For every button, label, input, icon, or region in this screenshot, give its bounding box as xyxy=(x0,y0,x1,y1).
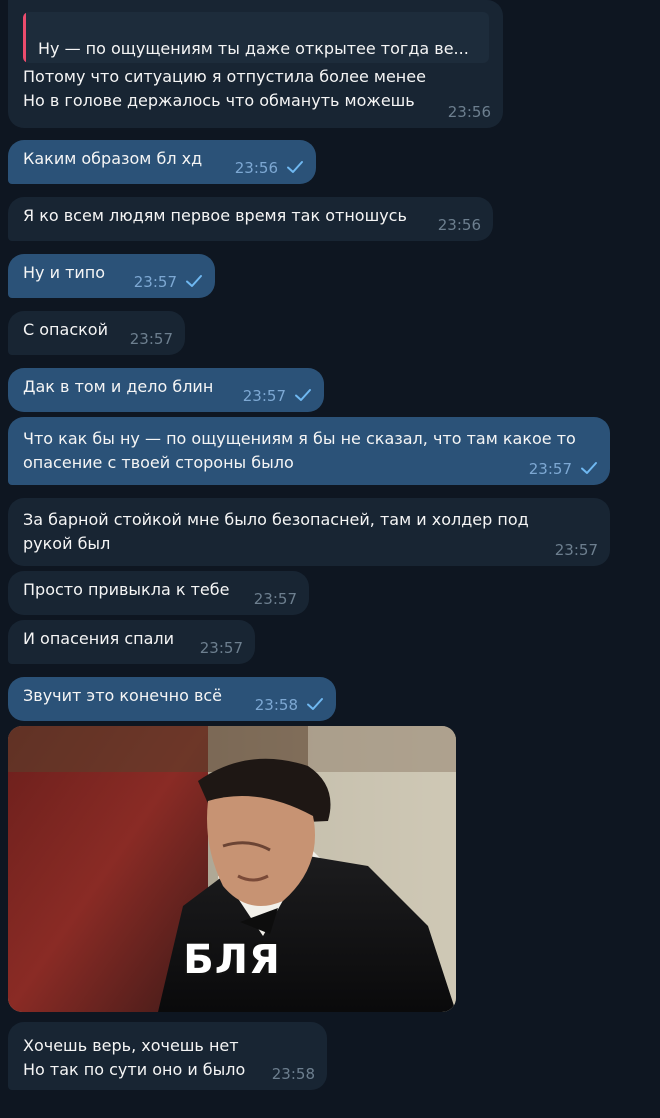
message-outgoing[interactable]: Звучит это конечно всё 23:58 xyxy=(8,677,336,721)
gif-caption: БЛЯ xyxy=(183,937,281,983)
message-incoming[interactable]: Хочешь верь, хочешь нет Но так по сути о… xyxy=(8,1022,327,1090)
message-text: Что как бы ну — по ощущениям я бы не ска… xyxy=(23,429,576,472)
message-time: 23:57 xyxy=(242,387,286,405)
message-outgoing[interactable]: Дак в том и дело блин 23:57 xyxy=(8,368,324,412)
gif-message[interactable]: БЛЯ xyxy=(8,726,456,1012)
chat-area: Ну — по ощущениям ты даже открытее тогда… xyxy=(0,0,660,1118)
sent-check-icon xyxy=(307,698,323,710)
message-outgoing[interactable]: Ну и типо 23:57 xyxy=(8,254,215,298)
sent-check-icon xyxy=(287,161,303,173)
message-status: 23:56 xyxy=(235,156,304,180)
message-time: 23:57 xyxy=(253,590,297,608)
message-incoming[interactable]: Я ко всем людям первое время так отношус… xyxy=(8,197,493,241)
reply-accent-bar xyxy=(23,12,26,63)
message-incoming[interactable]: За барной стойкой мне было безопасней, т… xyxy=(8,498,610,566)
message-text: Я ко всем людям первое время так отношус… xyxy=(23,206,407,225)
reply-text: Ну — по ощущениям ты даже открытее тогда… xyxy=(38,39,469,58)
message-text: Потому что ситуацию я отпустила более ме… xyxy=(23,67,426,110)
message-status: 23:57 xyxy=(243,384,312,408)
message-incoming[interactable]: С опаской 23:57 xyxy=(8,311,185,355)
message-time: 23:57 xyxy=(528,460,572,478)
sent-check-icon xyxy=(295,389,311,401)
message-time: 23:57 xyxy=(554,541,598,559)
message-incoming[interactable]: И опасения спали 23:57 xyxy=(8,620,255,664)
message-incoming[interactable]: Ну — по ощущениям ты даже открытее тогда… xyxy=(8,0,503,128)
message-time: 23:58 xyxy=(271,1065,315,1083)
message-text: За барной стойкой мне было безопасней, т… xyxy=(23,510,529,553)
message-text: Хочешь верь, хочешь нет Но так по сути о… xyxy=(23,1036,246,1079)
message-time: 23:56 xyxy=(234,159,278,177)
message-status: 23:57 xyxy=(134,270,203,294)
message-time: 23:57 xyxy=(199,639,243,657)
message-incoming[interactable]: Просто привыкла к тебе 23:57 xyxy=(8,571,309,615)
sent-check-icon xyxy=(186,275,202,287)
message-time: 23:56 xyxy=(447,103,491,121)
message-status: 23:58 xyxy=(255,693,324,717)
message-time: 23:56 xyxy=(437,216,481,234)
reply-preview[interactable]: Ну — по ощущениям ты даже открытее тогда… xyxy=(23,12,489,63)
message-outgoing[interactable]: Каким образом бл хд 23:56 xyxy=(8,140,316,184)
message-time: 23:57 xyxy=(133,273,177,291)
message-time: 23:57 xyxy=(129,330,173,348)
message-time: 23:58 xyxy=(254,696,298,714)
sent-check-icon xyxy=(581,462,597,474)
message-status: 23:57 xyxy=(529,457,598,481)
message-outgoing[interactable]: Что как бы ну — по ощущениям я бы не ска… xyxy=(8,417,610,485)
